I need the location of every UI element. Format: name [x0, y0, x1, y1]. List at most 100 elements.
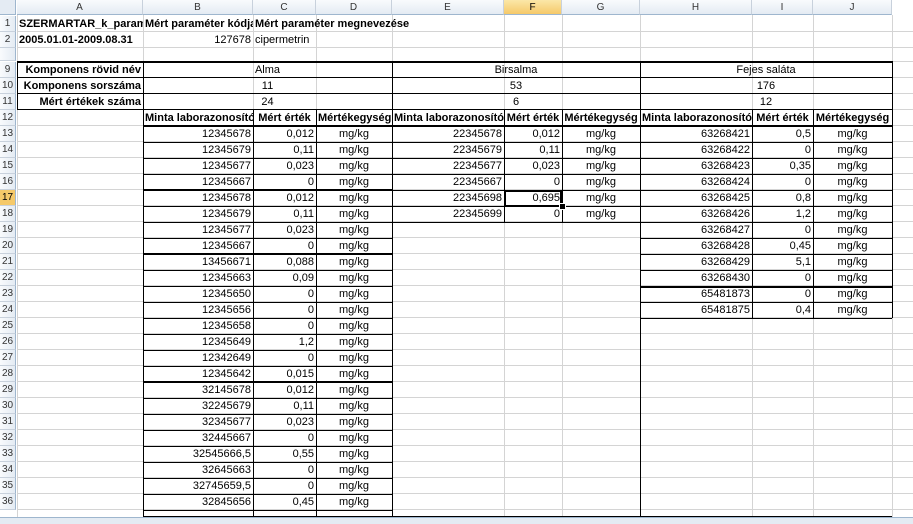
- unit-cell[interactable]: mg/kg: [316, 318, 392, 334]
- unit-cell[interactable]: mg/kg: [562, 206, 640, 222]
- sample-id-cell[interactable]: 12345656: [143, 302, 253, 318]
- row-header-33[interactable]: 33: [0, 446, 16, 462]
- sample-id-cell[interactable]: 12345679: [143, 206, 253, 222]
- measured-value-cell[interactable]: 0: [253, 462, 316, 478]
- sample-id-cell[interactable]: 13456671: [143, 254, 253, 270]
- measured-value-cell[interactable]: 0,5: [752, 126, 813, 142]
- column-header-a[interactable]: A: [17, 0, 143, 15]
- unit-cell[interactable]: mg/kg: [316, 174, 392, 190]
- unit-cell[interactable]: mg/kg: [316, 302, 392, 318]
- unit-cell[interactable]: mg/kg: [316, 286, 392, 302]
- row-header-32[interactable]: 32: [0, 430, 16, 446]
- measured-value-cell[interactable]: 0,8: [752, 190, 813, 206]
- subheader-measured-value[interactable]: Mért érték: [253, 110, 316, 126]
- measured-value-cell[interactable]: 0,45: [752, 238, 813, 254]
- unit-cell[interactable]: mg/kg: [316, 206, 392, 222]
- sample-id-cell[interactable]: 12345663: [143, 270, 253, 286]
- unit-cell[interactable]: mg/kg: [316, 254, 392, 270]
- label-mert-ertekek-szama[interactable]: Mért értékek száma: [17, 94, 143, 110]
- cell-b1[interactable]: Mért paraméter kódja: [143, 16, 253, 32]
- column-header-b[interactable]: B: [143, 0, 253, 15]
- unit-cell[interactable]: mg/kg: [316, 430, 392, 446]
- sample-id-cell[interactable]: 63268422: [640, 142, 752, 158]
- cell-c2[interactable]: cipermetrin: [253, 32, 392, 48]
- measured-value-cell[interactable]: 1,2: [253, 334, 316, 350]
- row-header-26[interactable]: 26: [0, 334, 16, 350]
- sample-id-cell[interactable]: 32145678: [143, 382, 253, 398]
- measured-value-cell[interactable]: 0,023: [504, 158, 562, 174]
- measured-value-cell[interactable]: 0,015: [253, 366, 316, 382]
- measured-value-cell[interactable]: 0: [253, 174, 316, 190]
- spreadsheet-grid[interactable]: A B C D E F G H I J 1 2 9 10 11 12 13 14 15 16 17 18 19 20 21 22 2…: [0, 0, 913, 524]
- unit-cell[interactable]: mg/kg: [813, 254, 892, 270]
- measured-value-cell[interactable]: 0,012: [504, 126, 562, 142]
- group-name[interactable]: Fejes saláta: [640, 62, 892, 78]
- sample-id-cell[interactable]: 22345679: [392, 142, 504, 158]
- measured-value-cell[interactable]: 0: [253, 302, 316, 318]
- measured-value-cell[interactable]: 0: [253, 430, 316, 446]
- group-name[interactable]: Alma: [143, 62, 392, 78]
- sample-id-cell[interactable]: 12345678: [143, 126, 253, 142]
- sample-id-cell[interactable]: 22345698: [392, 190, 504, 206]
- measured-value-cell[interactable]: 0,45: [253, 494, 316, 510]
- sample-id-cell[interactable]: 63268429: [640, 254, 752, 270]
- measured-value-cell[interactable]: 0,09: [253, 270, 316, 286]
- measured-value-cell[interactable]: 0: [752, 222, 813, 238]
- unit-cell[interactable]: mg/kg: [316, 382, 392, 398]
- unit-cell[interactable]: mg/kg: [316, 222, 392, 238]
- column-header-e[interactable]: E: [392, 0, 504, 15]
- sample-id-cell[interactable]: 32445667: [143, 430, 253, 446]
- unit-cell[interactable]: mg/kg: [813, 142, 892, 158]
- subheader-measured-value[interactable]: Mért érték: [752, 110, 813, 126]
- column-header-d[interactable]: D: [316, 0, 392, 15]
- sample-id-cell[interactable]: 65481873: [640, 286, 752, 302]
- row-header-24[interactable]: 24: [0, 302, 16, 318]
- group-number[interactable]: 53: [392, 78, 640, 94]
- sample-id-cell[interactable]: 63268427: [640, 222, 752, 238]
- cell-b2[interactable]: 127678: [143, 32, 253, 48]
- sample-id-cell[interactable]: 12345650: [143, 286, 253, 302]
- row-header-13[interactable]: 13: [0, 126, 16, 142]
- row-header-10[interactable]: 10: [0, 78, 16, 94]
- subheader-unit[interactable]: Mértékegység: [316, 110, 392, 126]
- sample-id-cell[interactable]: 12345678: [143, 190, 253, 206]
- unit-cell[interactable]: mg/kg: [813, 238, 892, 254]
- sample-id-cell[interactable]: 22345667: [392, 174, 504, 190]
- unit-cell[interactable]: mg/kg: [562, 126, 640, 142]
- group-number[interactable]: 176: [640, 78, 892, 94]
- sample-id-cell[interactable]: 63268421: [640, 126, 752, 142]
- measured-value-cell[interactable]: 0: [752, 286, 813, 302]
- subheader-unit[interactable]: Mértékegység: [813, 110, 892, 126]
- row-header-35[interactable]: 35: [0, 478, 16, 494]
- unit-cell[interactable]: mg/kg: [813, 206, 892, 222]
- unit-cell[interactable]: mg/kg: [316, 126, 392, 142]
- sample-id-cell[interactable]: 12345642: [143, 366, 253, 382]
- measured-value-cell[interactable]: 0,012: [253, 190, 316, 206]
- unit-cell[interactable]: mg/kg: [562, 158, 640, 174]
- subheader-unit[interactable]: Mértékegység: [562, 110, 640, 126]
- measured-value-cell[interactable]: 0,11: [253, 142, 316, 158]
- sample-id-cell[interactable]: 63268426: [640, 206, 752, 222]
- sample-id-cell[interactable]: 22345677: [392, 158, 504, 174]
- unit-cell[interactable]: mg/kg: [316, 270, 392, 286]
- row-header-20[interactable]: 20: [0, 238, 16, 254]
- measured-value-cell[interactable]: 0,012: [253, 126, 316, 142]
- sample-id-cell[interactable]: 32345677: [143, 414, 253, 430]
- measured-value-cell[interactable]: 0: [504, 174, 562, 190]
- label-komponens-sorszama[interactable]: Komponens sorszáma: [17, 78, 143, 94]
- sample-id-cell[interactable]: 65481875: [640, 302, 752, 318]
- row-header-27[interactable]: 27: [0, 350, 16, 366]
- sample-id-cell[interactable]: 32845656: [143, 494, 253, 510]
- measured-value-cell[interactable]: 0: [504, 206, 562, 222]
- sample-id-cell[interactable]: 63268424: [640, 174, 752, 190]
- sample-id-cell[interactable]: 22345699: [392, 206, 504, 222]
- sample-id-cell[interactable]: 63268428: [640, 238, 752, 254]
- measured-value-cell[interactable]: 0: [253, 286, 316, 302]
- column-header-c[interactable]: C: [253, 0, 316, 15]
- unit-cell[interactable]: mg/kg: [813, 126, 892, 142]
- subheader-measured-value[interactable]: Mért érték: [504, 110, 562, 126]
- row-header-1[interactable]: 1: [0, 16, 16, 32]
- measured-value-cell[interactable]: 0: [253, 238, 316, 254]
- measured-value-cell[interactable]: 0: [752, 270, 813, 286]
- label-komponens-rovid-nev[interactable]: Komponens rövid név: [17, 62, 143, 78]
